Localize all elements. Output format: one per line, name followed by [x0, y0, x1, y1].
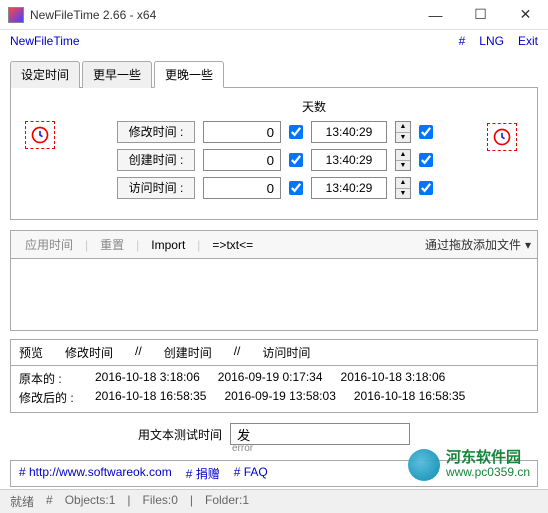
status-sep: #: [46, 493, 53, 510]
status-files: Files:0: [143, 493, 178, 510]
after-cre-value: 2016-09-19 13:58:03: [224, 389, 335, 406]
modify-time-checkbox[interactable]: [419, 125, 433, 139]
original-cre-value: 2016-09-19 0:17:34: [218, 370, 323, 387]
menu-lng[interactable]: LNG: [479, 34, 504, 48]
create-time-spinner[interactable]: ▲▼: [395, 149, 411, 171]
access-time-spinner[interactable]: ▲▼: [395, 177, 411, 199]
menu-hash[interactable]: #: [459, 34, 466, 48]
txt-button[interactable]: =>txt<=: [204, 236, 261, 254]
menu-exit[interactable]: Exit: [518, 34, 538, 48]
modify-time-spinner[interactable]: ▲▼: [395, 121, 411, 143]
footer-link-site[interactable]: # http://www.softwareok.com: [19, 465, 172, 482]
access-time-checkbox[interactable]: [419, 181, 433, 195]
separator: |: [136, 238, 139, 252]
test-time-input[interactable]: [230, 423, 410, 445]
dragdrop-chevron-icon[interactable]: ▾: [525, 238, 531, 252]
clock-right-icon[interactable]: [487, 123, 517, 151]
tab-earlier[interactable]: 更早一些: [82, 61, 152, 88]
footer-link-donate[interactable]: # 捐赠: [186, 465, 220, 482]
preview-header-mod: 修改时间: [65, 344, 113, 361]
access-days-input[interactable]: [203, 177, 281, 199]
create-time-checkbox[interactable]: [419, 153, 433, 167]
modify-time-value[interactable]: 13:40:29: [311, 121, 387, 143]
status-sep3: |: [190, 493, 193, 510]
separator: |: [197, 238, 200, 252]
app-icon: [8, 7, 24, 23]
modify-time-label: 修改时间 :: [117, 121, 195, 143]
after-row-label: 修改后的 :: [19, 389, 77, 406]
status-folder: Folder:1: [205, 493, 249, 510]
apply-time-button[interactable]: 应用时间: [17, 234, 81, 255]
after-mod-value: 2016-10-18 16:58:35: [95, 389, 206, 406]
tab-later[interactable]: 更晚一些: [154, 61, 224, 88]
footer-link-faq[interactable]: # FAQ: [234, 465, 268, 482]
status-objects: Objects:1: [65, 493, 116, 510]
status-sep2: |: [127, 493, 130, 510]
import-button[interactable]: Import: [143, 236, 193, 254]
maximize-button[interactable]: ☐: [458, 0, 503, 30]
watermark: 河东软件园 www.pc0359.cn: [408, 449, 530, 481]
preview-header-acc: 访问时间: [262, 344, 310, 361]
create-days-checkbox[interactable]: [289, 153, 303, 167]
original-acc-value: 2016-10-18 3:18:06: [341, 370, 446, 387]
preview-header-label: 预览: [19, 344, 43, 361]
access-days-checkbox[interactable]: [289, 181, 303, 195]
reset-button[interactable]: 重置: [92, 234, 132, 255]
original-mod-value: 2016-10-18 3:18:06: [95, 370, 200, 387]
access-time-label: 访问时间 :: [117, 177, 195, 199]
create-days-input[interactable]: [203, 149, 281, 171]
file-list-area[interactable]: [10, 259, 538, 331]
dragdrop-label[interactable]: 通过拖放添加文件: [425, 236, 521, 253]
tab-set-time[interactable]: 设定时间: [10, 61, 80, 88]
status-ready: 就绪: [10, 493, 34, 510]
test-time-label: 用文本测试时间: [138, 426, 222, 443]
close-button[interactable]: ✕: [503, 0, 548, 30]
after-acc-value: 2016-10-18 16:58:35: [354, 389, 465, 406]
watermark-cn: 河东软件园: [446, 451, 530, 465]
modify-days-checkbox[interactable]: [289, 125, 303, 139]
modify-days-input[interactable]: [203, 121, 281, 143]
days-header: 天数: [25, 98, 523, 115]
create-time-value[interactable]: 13:40:29: [311, 149, 387, 171]
preview-header-cre: 创建时间: [164, 344, 212, 361]
window-title: NewFileTime 2.66 - x64: [30, 8, 413, 22]
menu-app[interactable]: NewFileTime: [10, 34, 80, 48]
preview-header-sep: //: [234, 344, 241, 361]
create-time-label: 创建时间 :: [117, 149, 195, 171]
clock-left-icon[interactable]: [25, 121, 55, 149]
access-time-value[interactable]: 13:40:29: [311, 177, 387, 199]
minimize-button[interactable]: —: [413, 0, 458, 30]
watermark-url: www.pc0359.cn: [446, 465, 530, 479]
watermark-logo-icon: [408, 449, 440, 481]
preview-header-sep: //: [135, 344, 142, 361]
separator: |: [85, 238, 88, 252]
original-row-label: 原本的 :: [19, 370, 77, 387]
